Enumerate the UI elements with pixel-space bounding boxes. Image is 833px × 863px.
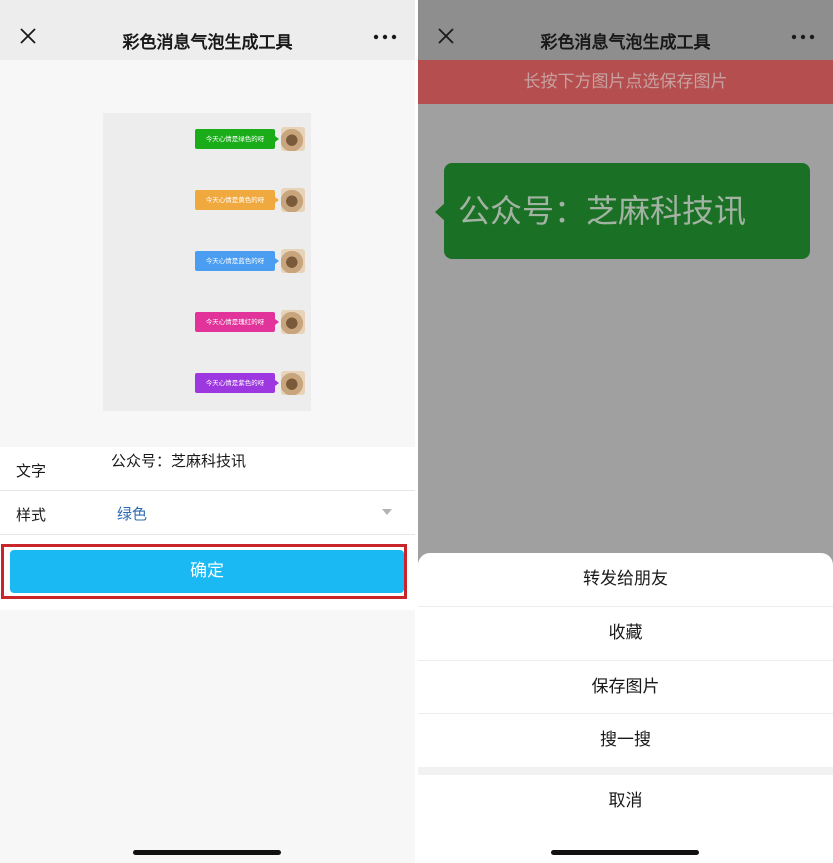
preview-row: 今天心情是黄色的呀 (103, 188, 311, 212)
divider (0, 534, 415, 535)
preview-row: 今天心情是紫色的呀 (103, 371, 311, 395)
preview-bubble-rose: 今天心情是瑰红的呀 (195, 312, 279, 332)
more-dots-icon[interactable] (791, 33, 815, 41)
preview-bubble-purple: 今天心情是紫色的呀 (195, 373, 279, 393)
avatar (281, 188, 305, 212)
confirm-button[interactable]: 确定 (10, 550, 404, 593)
preview-bubble-green: 今天心情是绿色的呀 (195, 129, 279, 149)
style-select[interactable]: 绿色 (117, 503, 147, 524)
generated-bubble-image[interactable]: 公众号：芝麻科技讯 (435, 163, 810, 259)
preview-row: 今天心情是绿色的呀 (103, 127, 311, 151)
avatar (281, 127, 305, 151)
avatar (281, 310, 305, 334)
nav-bar: 彩色消息气泡生成工具 (418, 0, 833, 60)
page-title: 彩色消息气泡生成工具 (122, 33, 293, 53)
more-dots-icon[interactable] (373, 33, 397, 41)
preview-bubble-blue: 今天心情是蓝色的呀 (195, 251, 279, 271)
save-hint-banner: 长按下方图片点选保存图片 (418, 60, 833, 104)
avatar (281, 249, 305, 273)
text-label: 文字 (16, 462, 47, 480)
dropdown-arrow-icon[interactable] (382, 509, 392, 515)
text-input[interactable]: 公众号：芝麻科技讯 (111, 450, 246, 471)
home-indicator (133, 850, 281, 855)
style-label: 样式 (16, 506, 47, 524)
avatar (281, 371, 305, 395)
preview-row: 今天心情是蓝色的呀 (103, 249, 311, 273)
bubble-preview-image: 今天心情是绿色的呀 今天心情是黄色的呀 今天心情是蓝色的呀 今天心情是瑰红的呀 … (103, 113, 311, 411)
preview-row: 今天心情是瑰红的呀 (103, 310, 311, 334)
preview-bubble-yellow: 今天心情是黄色的呀 (195, 190, 279, 210)
sheet-gap (418, 767, 833, 775)
home-indicator (551, 850, 699, 855)
favorite-option[interactable]: 收藏 (418, 607, 833, 660)
generator-screen: 彩色消息气泡生成工具 今天心情是绿色的呀 今天心情是黄色的呀 今天心情是蓝色的呀… (0, 0, 415, 863)
action-sheet: 转发给朋友 收藏 保存图片 搜一搜 取消 (418, 553, 833, 863)
forward-to-friend-option[interactable]: 转发给朋友 (418, 553, 833, 606)
page-title: 彩色消息气泡生成工具 (540, 33, 711, 53)
search-option[interactable]: 搜一搜 (418, 714, 833, 767)
nav-bar: 彩色消息气泡生成工具 (0, 0, 415, 60)
cancel-button[interactable]: 取消 (418, 775, 833, 828)
divider (0, 490, 415, 491)
result-screen: 彩色消息气泡生成工具 长按下方图片点选保存图片 公众号：芝麻科技讯 转发给朋友 … (418, 0, 833, 863)
save-image-option[interactable]: 保存图片 (418, 661, 833, 714)
